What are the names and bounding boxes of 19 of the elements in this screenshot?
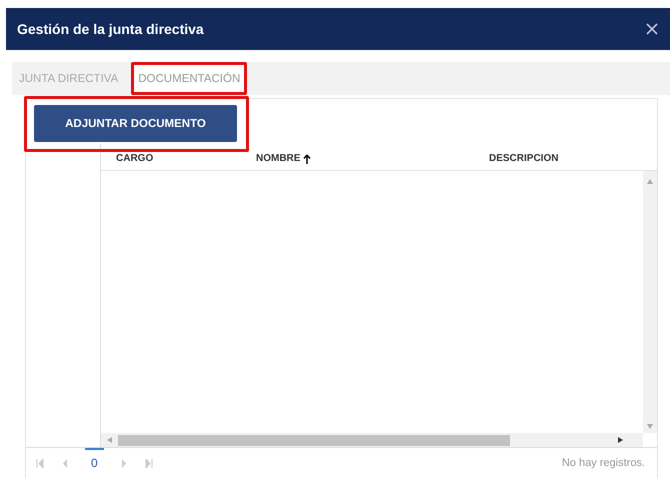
window-title: Gestión de la junta directiva: [17, 21, 204, 37]
scroll-up-icon[interactable]: [647, 179, 653, 184]
first-page-icon[interactable]: [36, 458, 44, 468]
scrollbar-thumb[interactable]: [118, 434, 510, 446]
vertical-scrollbar[interactable]: [643, 171, 657, 433]
last-page-icon[interactable]: [144, 458, 153, 468]
column-header[interactable]: CARGO: [116, 153, 154, 164]
column-header[interactable]: DESCRIPCION: [489, 153, 558, 164]
page-number[interactable]: 0: [85, 448, 104, 470]
next-page-icon[interactable]: [122, 458, 127, 468]
close-icon[interactable]: [646, 23, 658, 35]
pager-status: No hay registros.: [562, 457, 645, 469]
attach-document-button[interactable]: ADJUNTAR DOCUMENTO: [34, 105, 237, 142]
column-header[interactable]: NOMBRE: [256, 153, 300, 164]
scroll-down-icon[interactable]: [647, 424, 653, 429]
horizontal-scrollbar[interactable]: [101, 433, 643, 447]
scroll-right-icon[interactable]: [618, 437, 623, 443]
scroll-left-icon[interactable]: [107, 437, 112, 443]
previous-page-icon[interactable]: [62, 458, 67, 468]
